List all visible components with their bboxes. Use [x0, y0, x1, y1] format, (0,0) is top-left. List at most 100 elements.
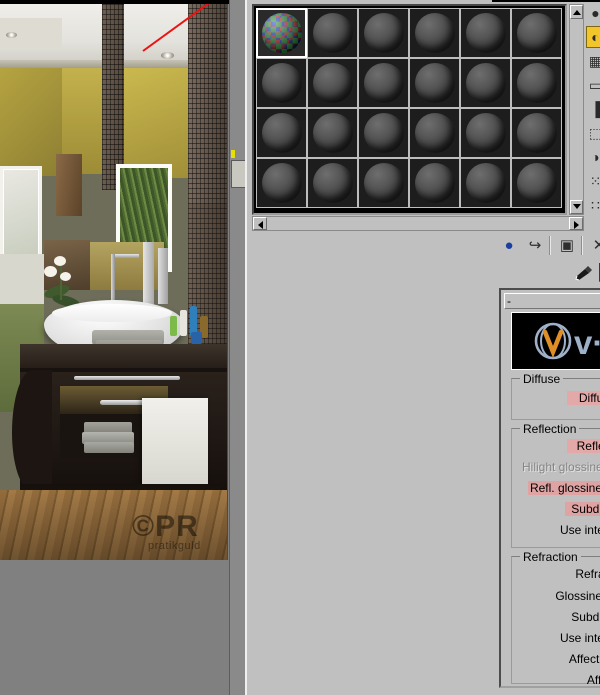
- make-preview-icon[interactable]: ⬚: [586, 122, 600, 144]
- video-color-check-icon[interactable]: ▐: [586, 98, 600, 120]
- sample-slot[interactable]: [511, 108, 562, 158]
- bathroom-render-image: ©PR pratikguld: [0, 4, 228, 560]
- sphere-preview: [465, 13, 506, 53]
- sample-type-sphere-icon[interactable]: ●: [586, 2, 600, 24]
- reset-map-material-icon-glyph: ✕: [592, 237, 600, 254]
- sample-slot[interactable]: [358, 158, 409, 208]
- scroll-thumb[interactable]: [231, 160, 246, 188]
- material-editor-panel: ●◐▦▭▐⬚◑⁙∷ ●↪▣✕⚭⚗◪0⬡III⬆⬇ 21 - Default VR…: [245, 0, 600, 695]
- reflection-use-interpolation-label: Use interpolation: [559, 523, 600, 537]
- sphere-preview: [261, 113, 302, 153]
- sphere-preview: [465, 163, 506, 203]
- diffuse-group: Diffuse Diffuse Roughness 0.0: [511, 372, 600, 420]
- sample-slot[interactable]: [307, 108, 358, 158]
- sample-slot[interactable]: [511, 8, 562, 58]
- backlight-icon[interactable]: ◐: [586, 26, 600, 48]
- scroll-left-button[interactable]: [253, 217, 267, 230]
- select-by-material-icon[interactable]: ⁙: [586, 170, 600, 192]
- sample-slot[interactable]: [409, 108, 460, 158]
- render-pane-scrollbar[interactable]: [229, 0, 246, 695]
- sample-slot[interactable]: [409, 158, 460, 208]
- mirror-wood-panel: [44, 240, 90, 290]
- editor-top-border: [492, 0, 600, 2]
- reflect-label: Reflect: [567, 439, 600, 453]
- refl-glossiness-label: Refl. glossiness: [528, 481, 600, 495]
- vray-banner: v·ray V-Ray PowerShader optimized for V-…: [511, 312, 600, 370]
- scroll-up-button[interactable]: [570, 5, 583, 19]
- toolbar-separator: [549, 236, 551, 255]
- sample-slot[interactable]: [460, 108, 511, 158]
- niche-towel-3: [84, 442, 134, 453]
- basic-parameters-rollout: Basic parameters - v·ray V-Ray PowerShad…: [499, 288, 600, 688]
- scroll-down-button[interactable]: [570, 200, 583, 214]
- video-color-check-icon-glyph: ▐: [590, 101, 600, 117]
- vanity-curve: [12, 370, 52, 490]
- sample-slot[interactable]: [460, 158, 511, 208]
- material-map-navigator-icon[interactable]: ∷: [586, 194, 600, 216]
- sample-slot[interactable]: [511, 158, 562, 208]
- downlight-2: [161, 52, 174, 59]
- brick-column-right: [188, 4, 228, 204]
- scroll-marker: [231, 150, 235, 158]
- eyedropper-icon[interactable]: [573, 264, 595, 282]
- assign-material-to-selection-icon[interactable]: ▣: [555, 233, 579, 258]
- sample-slot[interactable]: [409, 8, 460, 58]
- sphere-preview: [312, 113, 353, 153]
- bottle-2: [180, 310, 187, 336]
- sample-slot[interactable]: [307, 8, 358, 58]
- sphere-preview: [414, 113, 455, 153]
- sample-slot[interactable]: [460, 58, 511, 108]
- sample-slot[interactable]: [511, 58, 562, 108]
- sphere-preview: [414, 13, 455, 53]
- scroll-right-button[interactable]: [569, 217, 583, 230]
- sample-slot[interactable]: [307, 158, 358, 208]
- background-checker-icon[interactable]: ▦: [586, 50, 600, 72]
- sphere-preview: [516, 63, 557, 103]
- material-name-row: 21 - Default VRayMtl: [495, 262, 600, 284]
- rollout-collapse-glyph[interactable]: -: [507, 295, 511, 307]
- wall-right: [124, 66, 188, 178]
- sphere-preview: [261, 163, 302, 203]
- get-material-icon[interactable]: ●: [497, 233, 521, 258]
- sample-slot[interactable]: [460, 8, 511, 58]
- sample-slot[interactable]: [256, 8, 307, 58]
- rollout-header[interactable]: Basic parameters: [504, 293, 600, 309]
- sample-slot[interactable]: [358, 108, 409, 158]
- sample-slot[interactable]: [307, 58, 358, 108]
- options-icon[interactable]: ◑: [586, 146, 600, 168]
- vanity-counter: [20, 344, 228, 370]
- sample-slots-container: [252, 4, 567, 215]
- vase-2: [158, 248, 168, 304]
- bottle-5: [191, 332, 202, 344]
- sphere-preview: [465, 63, 506, 103]
- vase-1: [143, 242, 154, 304]
- diffuse-color-label: Diffuse: [567, 391, 600, 405]
- sphere-preview: [312, 163, 353, 203]
- reflection-group-title: Reflection: [520, 422, 580, 436]
- sphere-preview: [261, 63, 302, 103]
- sample-slot[interactable]: [358, 58, 409, 108]
- sample-slots-hscrollbar[interactable]: [252, 216, 584, 231]
- sample-slot[interactable]: [256, 158, 307, 208]
- svg-text:v·ray: v·ray: [574, 324, 600, 361]
- sphere-preview: [312, 63, 353, 103]
- reflection-subdivs-label: Subdivs: [565, 502, 600, 516]
- sample-slot[interactable]: [256, 58, 307, 108]
- put-material-to-scene-icon[interactable]: ↪: [523, 233, 547, 258]
- counter-rail: [74, 376, 180, 380]
- watermark-symbol: ©PR: [132, 510, 199, 543]
- sphere-preview: [465, 113, 506, 153]
- refraction-group-title: Refraction: [520, 550, 581, 564]
- make-preview-icon-glyph: ⬚: [588, 125, 600, 141]
- sample-uv-tiling-icon[interactable]: ▭: [586, 74, 600, 96]
- sample-slot[interactable]: [256, 108, 307, 158]
- sphere-preview: [414, 163, 455, 203]
- refraction-use-interpolation-label: Use interpolation: [559, 631, 600, 645]
- sample-slot[interactable]: [358, 8, 409, 58]
- sample-slots-vscrollbar[interactable]: [569, 4, 584, 215]
- backlight-icon-glyph: ◐: [591, 29, 600, 45]
- brick-column-left: [102, 4, 124, 190]
- reset-map-material-icon[interactable]: ✕: [587, 233, 600, 258]
- sample-slot[interactable]: [409, 58, 460, 108]
- refraction-glossiness-label: Glossiness: [555, 589, 600, 603]
